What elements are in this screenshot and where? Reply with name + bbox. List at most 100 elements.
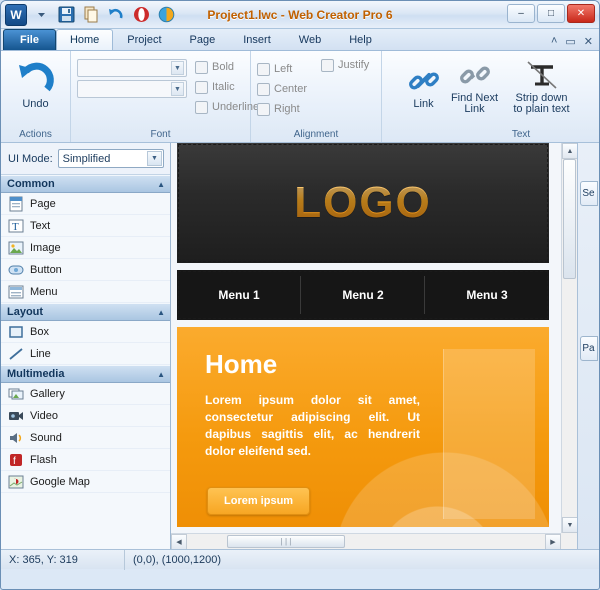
restore-doc-icon[interactable]: ▭ [565, 35, 575, 48]
ui-mode-value: Simplified [62, 152, 111, 165]
page-design[interactable]: LOGO Menu 1 Menu 2 Menu 3 Home Lorem ips… [177, 143, 549, 527]
horizontal-scroll-thumb[interactable]: | | | [227, 535, 345, 548]
find-next-link-button[interactable]: Find Next Link [447, 55, 503, 115]
flash-icon: f [10, 453, 22, 467]
chevron-up-icon[interactable]: ▲ [157, 180, 165, 189]
italic-checkbox[interactable]: Italic [195, 77, 259, 97]
chevron-up-icon[interactable]: ▲ [157, 308, 165, 317]
tool-google-map-label: Google Map [30, 475, 90, 488]
align-center-checkbox[interactable]: Center [257, 79, 307, 99]
link-button[interactable]: Link [403, 55, 445, 115]
checkbox-box[interactable] [257, 102, 270, 116]
logo-block[interactable]: LOGO [177, 143, 549, 263]
tool-sound[interactable]: Sound [1, 427, 170, 449]
checkbox-box[interactable] [257, 82, 270, 96]
chevron-down-icon[interactable]: ▼ [171, 82, 184, 96]
canvas-viewport[interactable]: LOGO Menu 1 Menu 2 Menu 3 Home Lorem ips… [171, 143, 561, 533]
section-header-multimedia[interactable]: Multimedia ▲ [1, 365, 170, 383]
undo-icon[interactable] [105, 4, 127, 26]
window-controls: – □ ✕ [507, 4, 595, 23]
bold-checkbox[interactable]: Bold [195, 57, 259, 77]
tool-page[interactable]: Page [1, 193, 170, 215]
save-icon[interactable] [55, 4, 77, 26]
align-center-label: Center [274, 83, 308, 95]
font-family-combo[interactable]: ▼ [77, 59, 187, 77]
checkbox-box[interactable] [321, 58, 335, 72]
strip-plain-text-button[interactable]: Strip down to plain text [505, 55, 579, 115]
tool-image[interactable]: Image [1, 237, 170, 259]
sound-icon [10, 432, 22, 443]
status-coordinates: X: 365, Y: 319 [1, 549, 125, 570]
site-manager-tab[interactable]: Se [579, 181, 598, 206]
minimize-button[interactable]: – [507, 4, 535, 23]
section-header-common[interactable]: Common ▲ [1, 175, 170, 193]
workspace: UI Mode: Simplified ▼ Common ▲ Page T Te… [1, 143, 599, 549]
page-properties-tab[interactable]: Pa [579, 336, 598, 361]
align-justify-label: Justify [338, 59, 370, 71]
tool-video[interactable]: Video [1, 405, 170, 427]
align-justify-checkbox[interactable]: Justify [321, 55, 369, 75]
tool-gallery[interactable]: Gallery [1, 383, 170, 405]
preview-icon[interactable] [155, 4, 177, 26]
dropdown-arrow-icon[interactable] [30, 4, 52, 26]
opera-icon[interactable] [130, 4, 152, 26]
undo-button[interactable]: Undo [5, 55, 67, 110]
tool-menu[interactable]: Menu [1, 281, 170, 303]
section-header-layout[interactable]: Layout ▲ [1, 303, 170, 321]
chevron-down-icon[interactable]: ▼ [147, 151, 162, 166]
tool-image-label: Image [30, 241, 61, 254]
tool-box[interactable]: Box [1, 321, 170, 343]
status-page-size: (0,0), (1000,1200) [133, 553, 222, 566]
broken-link-icon [459, 66, 490, 84]
tool-flash[interactable]: f Flash [1, 449, 170, 471]
font-size-combo[interactable]: ▼ [77, 80, 187, 98]
underline-checkbox[interactable]: Underline [195, 97, 259, 117]
maximize-button[interactable]: □ [537, 4, 565, 23]
ui-mode-select[interactable]: Simplified ▼ [57, 149, 164, 168]
copy-icon[interactable] [80, 4, 102, 26]
menu-block[interactable]: Menu 1 Menu 2 Menu 3 [177, 270, 549, 320]
selection-outline [178, 144, 548, 262]
selection-outline [178, 271, 548, 319]
chevron-up-icon[interactable]: ▲ [157, 370, 165, 379]
quick-access-toolbar: W [1, 3, 177, 26]
checkbox-box[interactable] [195, 60, 208, 74]
sidebar-placeholder-box[interactable] [443, 349, 535, 519]
content-paragraph[interactable]: Lorem ipsum dolor sit amet, consectetur … [205, 392, 420, 460]
checkbox-box[interactable] [257, 62, 270, 76]
checkbox-box[interactable] [195, 80, 208, 94]
tab-help[interactable]: Help [335, 29, 386, 50]
checkbox-box[interactable] [195, 100, 208, 114]
content-band[interactable]: Home Lorem ipsum dolor sit amet, consect… [177, 327, 549, 527]
collapse-ribbon-icon[interactable]: ˄ [551, 35, 557, 48]
tab-project[interactable]: Project [113, 29, 175, 50]
tab-home[interactable]: Home [55, 29, 114, 50]
tab-web[interactable]: Web [285, 29, 335, 50]
vertical-scroll-thumb[interactable] [563, 159, 576, 279]
section-title-multimedia: Multimedia [7, 368, 65, 380]
app-logo-letter: W [10, 7, 22, 22]
scroll-right-button[interactable]: ▶ [545, 534, 561, 549]
content-cta-button[interactable]: Lorem ipsum [207, 487, 311, 515]
close-button[interactable]: ✕ [567, 4, 595, 23]
close-doc-icon[interactable]: ✕ [584, 35, 593, 48]
tab-insert[interactable]: Insert [229, 29, 285, 50]
align-right-checkbox[interactable]: Right [257, 99, 307, 119]
scroll-left-button[interactable]: ◀ [171, 534, 187, 549]
tab-page[interactable]: Page [176, 29, 230, 50]
tab-file[interactable]: File [3, 29, 56, 50]
tool-google-map[interactable]: Google Map [1, 471, 170, 493]
tool-line[interactable]: Line [1, 343, 170, 365]
chevron-down-icon[interactable]: ▼ [171, 61, 184, 75]
scroll-down-button[interactable]: ▼ [562, 517, 577, 533]
app-logo-icon[interactable]: W [5, 3, 27, 26]
canvas-area[interactable]: LOGO Menu 1 Menu 2 Menu 3 Home Lorem ips… [171, 143, 577, 549]
tool-text[interactable]: T Text [1, 215, 170, 237]
align-left-checkbox[interactable]: Left [257, 59, 307, 79]
canvas-vertical-scrollbar[interactable]: ▲ ▼ [561, 143, 577, 533]
scroll-up-button[interactable]: ▲ [562, 143, 577, 159]
tool-button[interactable]: Button [1, 259, 170, 281]
tool-box-label: Box [30, 325, 49, 338]
line-icon [9, 347, 23, 360]
canvas-horizontal-scrollbar[interactable]: ◀ | | | ▶ [171, 533, 561, 549]
